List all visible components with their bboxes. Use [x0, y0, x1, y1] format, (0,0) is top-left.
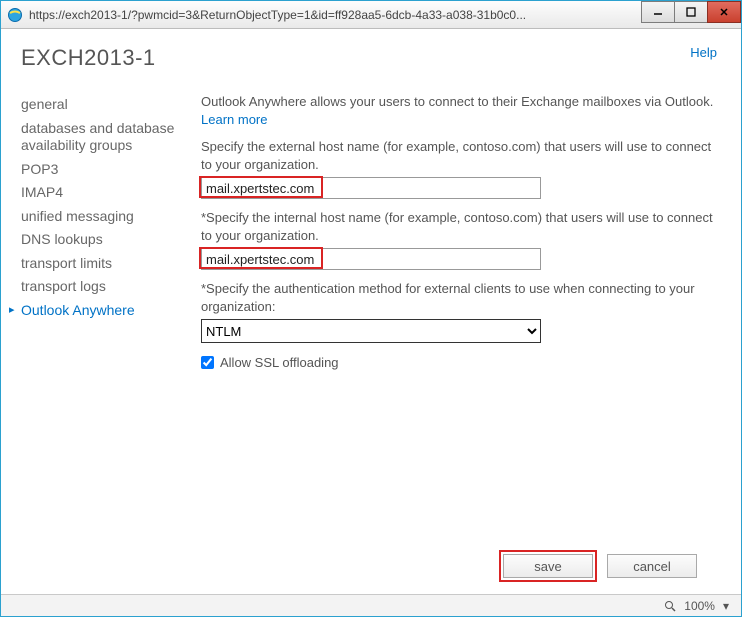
save-button[interactable]: save — [503, 554, 593, 578]
zoom-dropdown-icon[interactable]: ▾ — [723, 599, 729, 613]
learn-more-link[interactable]: Learn more — [201, 112, 267, 127]
external-host-input[interactable] — [201, 177, 541, 199]
window-controls — [641, 1, 741, 28]
nav-item-imap4[interactable]: IMAP4 — [21, 181, 191, 205]
dialog-window: https://exch2013-1/?pwmcid=3&ReturnObjec… — [0, 0, 742, 617]
ssl-offloading-checkbox[interactable] — [201, 356, 214, 369]
auth-method-label: *Specify the authentication method for e… — [201, 280, 721, 315]
page-title: EXCH2013-1 — [21, 45, 721, 71]
nav-item-outlook-anywhere[interactable]: Outlook Anywhere — [21, 299, 191, 323]
close-button[interactable] — [707, 1, 741, 23]
nav-item-dns-lookups[interactable]: DNS lookups — [21, 228, 191, 252]
sidebar-nav: general databases and database availabil… — [21, 93, 201, 554]
nav-item-pop3[interactable]: POP3 — [21, 158, 191, 182]
intro-sentence: Outlook Anywhere allows your users to co… — [201, 94, 713, 109]
zoom-level[interactable]: 100% — [684, 599, 715, 613]
intro-text: Outlook Anywhere allows your users to co… — [201, 93, 721, 128]
nav-item-unified-messaging[interactable]: unified messaging — [21, 205, 191, 229]
statusbar: 100% ▾ — [1, 594, 741, 616]
minimize-button[interactable] — [641, 1, 675, 23]
nav-item-transport-logs[interactable]: transport logs — [21, 275, 191, 299]
footer-buttons: save cancel — [21, 554, 721, 578]
internal-host-label: *Specify the internal host name (for exa… — [201, 209, 721, 244]
cancel-button[interactable]: cancel — [607, 554, 697, 578]
ie-icon — [7, 7, 23, 23]
nav-item-transport-limits[interactable]: transport limits — [21, 252, 191, 276]
nav-item-dag[interactable]: databases and database availability grou… — [21, 117, 191, 158]
magnifier-icon — [664, 600, 676, 612]
content-pane: Outlook Anywhere allows your users to co… — [201, 93, 721, 554]
maximize-button[interactable] — [674, 1, 708, 23]
main-layout: general databases and database availabil… — [21, 93, 721, 554]
internal-host-input[interactable] — [201, 248, 541, 270]
help-link[interactable]: Help — [690, 45, 717, 60]
page-body: Help EXCH2013-1 general databases and da… — [1, 29, 741, 594]
ssl-offloading-label: Allow SSL offloading — [220, 355, 339, 370]
nav-item-general[interactable]: general — [21, 93, 191, 117]
external-host-label: Specify the external host name (for exam… — [201, 138, 721, 173]
titlebar: https://exch2013-1/?pwmcid=3&ReturnObjec… — [1, 1, 741, 29]
auth-method-select[interactable]: NTLM — [201, 319, 541, 343]
address-url: https://exch2013-1/?pwmcid=3&ReturnObjec… — [29, 8, 641, 22]
